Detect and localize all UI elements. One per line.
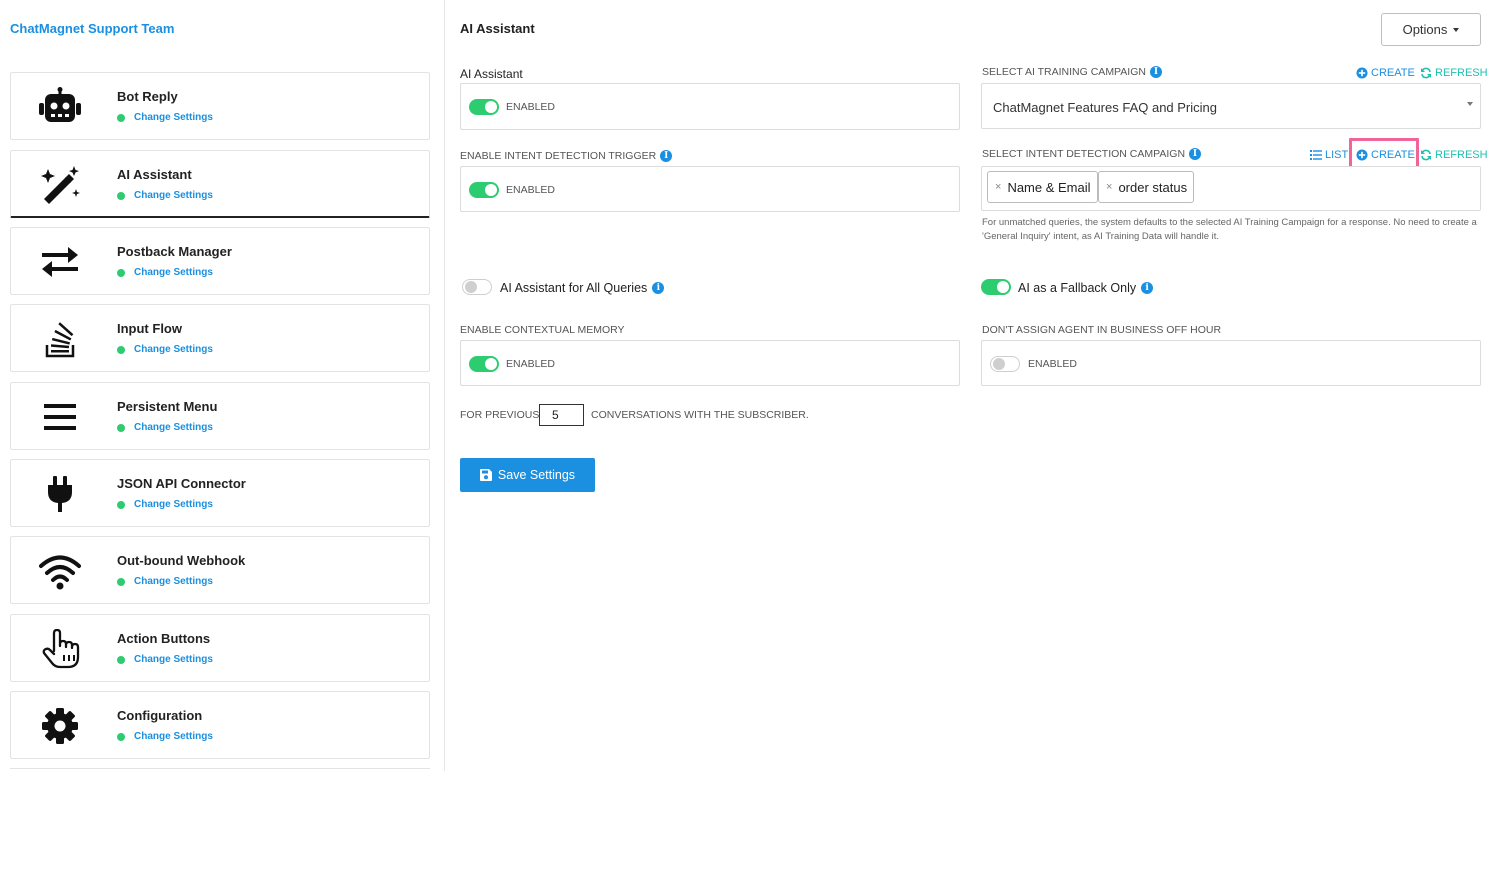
intent-campaign-label: SELECT INTENT DETECTION CAMPAIGN i bbox=[982, 148, 1202, 160]
sidebar-divider bbox=[10, 768, 430, 771]
business-off-hour-toggle[interactable] bbox=[990, 356, 1020, 372]
sidebar-item-json-api-connector[interactable]: JSON API Connector Change Settings bbox=[10, 459, 430, 527]
contextual-memory-toggle-text: ENABLED bbox=[506, 358, 556, 370]
ai-assistant-toggle[interactable] bbox=[469, 99, 499, 115]
change-settings-link[interactable]: Change Settings bbox=[117, 499, 213, 510]
magic-wand-icon bbox=[37, 165, 83, 205]
save-settings-button[interactable]: Save Settings bbox=[460, 458, 595, 492]
pointer-hand-icon bbox=[37, 629, 83, 669]
hamburger-menu-icon bbox=[37, 397, 83, 437]
sidebar-item-persistent-menu[interactable]: Persistent Menu Change Settings bbox=[10, 382, 430, 450]
change-settings-link[interactable]: Change Settings bbox=[117, 344, 213, 355]
sidebar-item-postback-manager[interactable]: Postback Manager Change Settings bbox=[10, 227, 430, 295]
gear-icon bbox=[37, 706, 83, 746]
info-icon[interactable]: i bbox=[1189, 148, 1202, 160]
status-dot bbox=[117, 345, 125, 354]
sidebar-item-configuration[interactable]: Configuration Change Settings bbox=[10, 691, 430, 759]
training-campaign-value: ChatMagnet Features FAQ and Pricing bbox=[993, 100, 1218, 115]
ai-assistant-toggle-text: ENABLED bbox=[506, 101, 556, 113]
caret-down-icon bbox=[1467, 102, 1473, 106]
contextual-memory-label: ENABLE CONTEXTUAL MEMORY bbox=[460, 324, 625, 336]
intent-help-text: For unmatched queries, the system defaul… bbox=[982, 217, 1477, 242]
plus-circle-icon bbox=[1356, 67, 1368, 79]
sidebar-item-label: Bot Reply bbox=[117, 89, 178, 104]
status-dot bbox=[117, 655, 125, 664]
previous-prefix: FOR PREVIOUS bbox=[460, 409, 540, 421]
change-settings-link[interactable]: Change Settings bbox=[117, 112, 213, 123]
intent-tag: × order status bbox=[1098, 171, 1195, 203]
status-dot bbox=[117, 577, 125, 586]
previous-conversations-input[interactable] bbox=[539, 404, 584, 426]
status-dot bbox=[117, 423, 125, 432]
sidebar-item-ai-assistant[interactable]: AI Assistant Change Settings bbox=[10, 150, 430, 218]
sidebar-item-bot-reply[interactable]: Bot Reply Change Settings bbox=[10, 72, 430, 140]
sidebar-item-label: AI Assistant bbox=[117, 167, 192, 182]
ai-assistant-label: AI Assistant bbox=[460, 67, 523, 81]
all-queries-toggle[interactable] bbox=[462, 279, 492, 295]
sidebar-item-label: Action Buttons bbox=[117, 631, 211, 646]
refresh-icon bbox=[1421, 67, 1431, 79]
intent-trigger-toggle[interactable] bbox=[469, 182, 499, 198]
intent-create-link[interactable]: CREATE bbox=[1356, 149, 1415, 161]
list-icon bbox=[1310, 150, 1322, 160]
status-dot bbox=[117, 191, 125, 200]
floppy-disk-icon bbox=[479, 469, 492, 481]
change-settings-link[interactable]: Change Settings bbox=[117, 267, 213, 278]
intent-refresh-link[interactable]: REFRESH bbox=[1420, 149, 1488, 161]
info-icon[interactable]: i bbox=[660, 150, 673, 162]
options-dropdown-button[interactable]: Options bbox=[1381, 13, 1481, 46]
status-dot bbox=[117, 113, 125, 122]
change-settings-link[interactable]: Change Settings bbox=[117, 731, 213, 742]
change-settings-link[interactable]: Change Settings bbox=[117, 576, 213, 587]
arrows-exchange-icon bbox=[37, 242, 83, 282]
robot-icon bbox=[37, 87, 83, 127]
business-off-hour-label: DON'T ASSIGN AGENT IN BUSINESS OFF HOUR bbox=[982, 324, 1222, 336]
training-refresh-link[interactable]: REFRESH bbox=[1420, 67, 1488, 79]
sidebar-item-label: Out-bound Webhook bbox=[117, 553, 246, 568]
status-dot bbox=[117, 268, 125, 277]
sidebar-item-label: Input Flow bbox=[117, 321, 182, 336]
sidebar-item-action-buttons[interactable]: Action Buttons Change Settings bbox=[10, 614, 430, 682]
contextual-memory-toggle[interactable] bbox=[469, 356, 499, 372]
all-queries-label: AI Assistant for All Queries i bbox=[500, 281, 665, 295]
status-dot bbox=[117, 500, 125, 509]
remove-tag-icon[interactable]: × bbox=[1099, 181, 1118, 193]
fallback-only-toggle[interactable] bbox=[981, 279, 1011, 295]
intent-list-link[interactable]: LIST bbox=[1310, 149, 1348, 161]
intent-trigger-toggle-text: ENABLED bbox=[506, 184, 556, 196]
sidebar-item-input-flow[interactable]: Input Flow Change Settings bbox=[10, 304, 430, 372]
page-title: AI Assistant bbox=[460, 21, 535, 36]
sidebar: ChatMagnet Support Team Bot Reply Change… bbox=[0, 0, 445, 771]
plug-icon bbox=[37, 474, 83, 514]
info-icon[interactable]: i bbox=[1149, 66, 1162, 78]
change-settings-link[interactable]: Change Settings bbox=[117, 422, 213, 433]
sidebar-item-label: Persistent Menu bbox=[117, 399, 218, 414]
caret-down-icon bbox=[1453, 27, 1460, 32]
sidebar-item-label: Configuration bbox=[117, 708, 203, 723]
team-name: ChatMagnet Support Team bbox=[10, 21, 175, 36]
training-campaign-label: SELECT AI TRAINING CAMPAIGN i bbox=[982, 66, 1162, 78]
change-settings-link[interactable]: Change Settings bbox=[117, 654, 213, 665]
change-settings-link[interactable]: Change Settings bbox=[117, 190, 213, 201]
info-icon[interactable]: i bbox=[1141, 282, 1154, 294]
intent-tag: × Name & Email bbox=[987, 171, 1098, 203]
plus-circle-icon bbox=[1356, 149, 1368, 161]
fallback-only-label: AI as a Fallback Only i bbox=[1018, 281, 1154, 295]
business-off-hour-toggle-text: ENABLED bbox=[1028, 358, 1078, 370]
status-dot bbox=[117, 732, 125, 741]
intent-trigger-label: ENABLE INTENT DETECTION TRIGGER i bbox=[460, 150, 673, 162]
sidebar-item-outbound-webhook[interactable]: Out-bound Webhook Change Settings bbox=[10, 536, 430, 604]
wifi-icon bbox=[37, 551, 83, 591]
info-icon[interactable]: i bbox=[652, 282, 665, 294]
sidebar-item-label: JSON API Connector bbox=[117, 476, 246, 491]
previous-suffix: CONVERSATIONS WITH THE SUBSCRIBER. bbox=[591, 409, 809, 421]
remove-tag-icon[interactable]: × bbox=[988, 181, 1007, 193]
stack-icon bbox=[37, 319, 83, 359]
refresh-icon bbox=[1421, 149, 1431, 161]
training-create-link[interactable]: CREATE bbox=[1356, 67, 1415, 79]
sidebar-item-label: Postback Manager bbox=[117, 244, 232, 259]
